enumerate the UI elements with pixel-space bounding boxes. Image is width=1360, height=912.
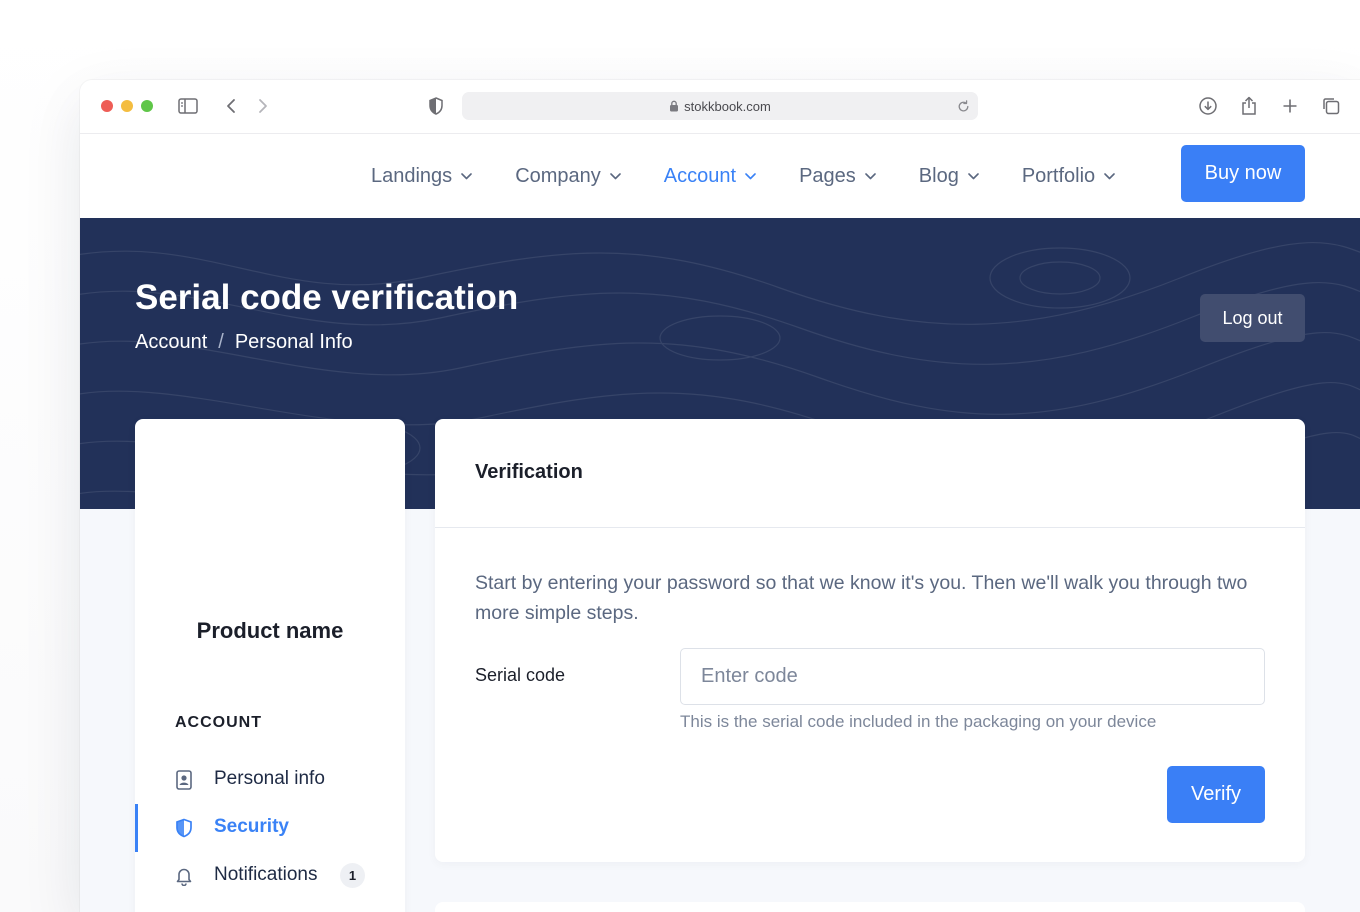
minimize-window-button[interactable] [121, 100, 133, 112]
shield-icon [173, 817, 195, 839]
bell-icon [173, 865, 195, 887]
sidebar-item-label: Notifications [214, 864, 318, 885]
card-description: Start by entering your password so that … [475, 572, 1248, 624]
nav-link-label: Company [515, 164, 601, 187]
breadcrumb-item-account[interactable]: Account [135, 331, 207, 354]
product-name: Product name [196, 618, 344, 643]
tab-overview-icon[interactable] [1319, 94, 1343, 118]
nav-link-company[interactable]: Company [515, 165, 621, 188]
zoom-window-button[interactable] [141, 100, 153, 112]
verify-button[interactable]: Verify [1167, 766, 1265, 823]
chevron-down-icon [1104, 172, 1115, 180]
share-icon[interactable] [1237, 94, 1261, 118]
logout-button[interactable]: Log out [1200, 294, 1305, 342]
sidebar-item-personal-info[interactable]: Personal info [135, 756, 405, 804]
nav-link-landings[interactable]: Landings [371, 165, 472, 188]
serial-code-label: Serial code [475, 665, 566, 685]
sidebar-item-security[interactable]: Security [135, 804, 405, 852]
sidebar-item-label: Personal info [214, 768, 325, 789]
breadcrumb-separator: / [218, 331, 224, 353]
nav-link-label: Account [663, 164, 737, 187]
browser-toolbar: stokkbook.com [80, 80, 1360, 134]
download-icon[interactable] [1196, 94, 1220, 118]
nav-link-portfolio[interactable]: Portfolio [1022, 165, 1115, 188]
buy-now-button[interactable]: Buy now [1181, 145, 1305, 202]
serial-code-help-text: This is the serial code included in the … [680, 712, 1157, 731]
sidebar-toggle-icon[interactable] [176, 94, 200, 118]
next-card [435, 902, 1305, 912]
chevron-down-icon [864, 172, 876, 180]
verification-card: Verification Start by entering your pass… [435, 419, 1305, 862]
address-url: stokkbook.com [684, 98, 771, 114]
reload-icon[interactable] [954, 97, 972, 115]
nav-link-label: Landings [371, 164, 453, 187]
sidebar-item-label: Security [214, 816, 289, 837]
chevron-down-icon [461, 172, 472, 180]
nav-link-pages[interactable]: Pages [799, 165, 876, 188]
nav-links: Landings Company Account Pages Blog Port… [371, 134, 1158, 218]
notification-count-badge: 1 [340, 863, 365, 888]
chevron-down-icon [745, 172, 756, 180]
nav-link-label: Blog [918, 164, 959, 187]
site-navbar: Landings Company Account Pages Blog Port… [80, 134, 1360, 218]
nav-link-blog[interactable]: Blog [919, 165, 979, 188]
new-tab-icon[interactable] [1278, 94, 1302, 118]
privacy-shield-icon[interactable] [424, 94, 448, 118]
account-sidebar: Product name ACCOUNT Personal info Secur… [135, 419, 405, 912]
serial-code-input[interactable] [680, 648, 1265, 705]
lock-icon [669, 100, 679, 112]
chevron-down-icon [968, 172, 979, 180]
nav-link-label: Portfolio [1021, 164, 1096, 187]
nav-link-label: Pages [799, 164, 856, 187]
nav-link-account[interactable]: Account [664, 165, 756, 188]
page-title: Serial code verification [135, 278, 519, 317]
id-card-icon [173, 769, 195, 791]
sidebar-item-notifications[interactable]: Notifications 1 [135, 852, 405, 900]
chevron-down-icon [609, 172, 621, 180]
address-bar[interactable]: stokkbook.com [462, 92, 978, 120]
card-title: Verification [475, 461, 583, 483]
sidebar-section-title: ACCOUNT [175, 714, 262, 731]
breadcrumb: Account / Personal Info [135, 331, 353, 354]
back-icon[interactable] [219, 94, 243, 118]
browser-window: stokkbook.com Landings Company Account P… [80, 80, 1360, 912]
breadcrumb-item-personal-info[interactable]: Personal Info [235, 331, 353, 354]
card-header: Verification [435, 419, 1305, 528]
close-window-button[interactable] [101, 100, 113, 112]
forward-icon[interactable] [251, 94, 275, 118]
